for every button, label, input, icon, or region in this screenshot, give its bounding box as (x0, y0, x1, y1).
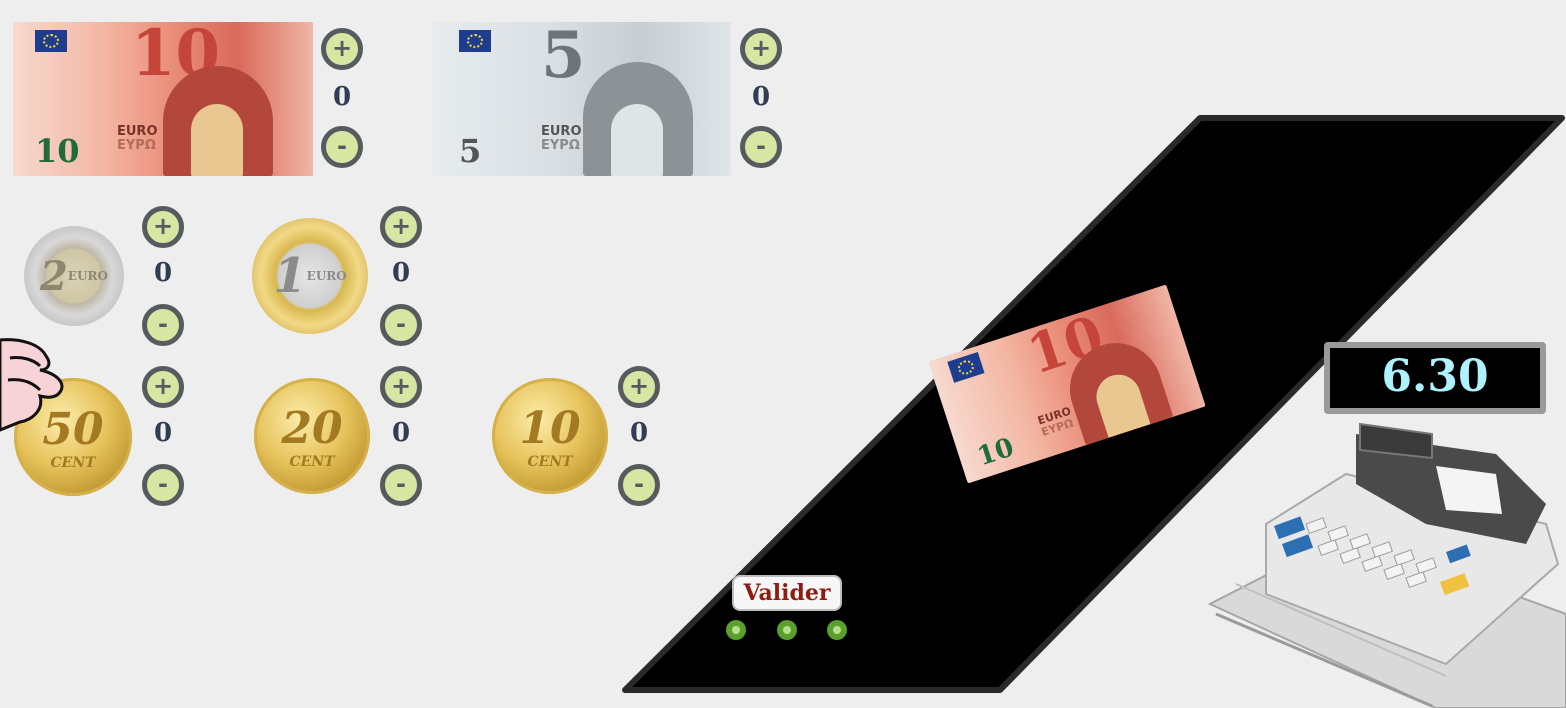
progress-dot (777, 620, 797, 640)
coin-1-euro-plus-button[interactable]: + (380, 206, 422, 248)
coin-20-cent-plus-button[interactable]: + (380, 366, 422, 408)
note-euro-text: EURO (117, 124, 158, 139)
coin-20-cent[interactable]: 20 CENT (254, 378, 370, 494)
coin-sub-text: CENT (527, 453, 573, 470)
note-corner-value: 10 (35, 132, 80, 170)
note-eypo-text: EYPΩ (117, 138, 156, 153)
note-10-plus-button[interactable]: + (321, 28, 363, 70)
hand-pointer-icon (0, 338, 64, 432)
note-corner-value: 10 (973, 432, 1018, 473)
note-5-minus-button[interactable]: - (740, 126, 782, 168)
coin-50-cent-count: 0 (153, 418, 173, 448)
valider-button[interactable]: Valider (732, 575, 842, 611)
banknote-10[interactable]: 10 10 EURO EYPΩ (13, 22, 313, 176)
coin-face-value: 20 (281, 402, 343, 454)
coin-sub-text: CENT (289, 453, 335, 470)
banknote-5[interactable]: 5 5 EURO EYPΩ (431, 22, 731, 176)
note-corner-value: 5 (459, 132, 482, 170)
register-total-display: 6.30 (1324, 342, 1546, 414)
eu-flag-icon (35, 30, 67, 52)
note-5-count: 0 (751, 82, 771, 112)
cash-register-icon (1207, 422, 1566, 708)
coin-1-euro-minus-button[interactable]: - (380, 304, 422, 346)
note-10-minus-button[interactable]: - (321, 126, 363, 168)
coin-2-euro[interactable]: 2 EURO (24, 226, 124, 326)
eu-flag-icon (459, 30, 491, 52)
coin-20-cent-minus-button[interactable]: - (380, 464, 422, 506)
coin-50-cent-minus-button[interactable]: - (142, 464, 184, 506)
progress-dot (726, 620, 746, 640)
coin-sub-text: CENT (50, 454, 96, 471)
coin-20-cent-count: 0 (391, 418, 411, 448)
progress-dot (827, 620, 847, 640)
coin-50-cent-plus-button[interactable]: + (142, 366, 184, 408)
coin-2-euro-plus-button[interactable]: + (142, 206, 184, 248)
coin-sub-text: EURO (67, 269, 108, 283)
eu-flag-icon (947, 352, 985, 383)
coin-face-value: 10 (519, 402, 581, 454)
note-10-count: 0 (332, 82, 352, 112)
coin-2-euro-count: 0 (153, 258, 173, 288)
coin-10-cent-count: 0 (629, 418, 649, 448)
coin-face-value: 1 (273, 248, 307, 304)
coin-1-euro-count: 0 (391, 258, 411, 288)
note-eypo-text: EYPΩ (541, 138, 580, 153)
coin-10-cent-minus-button[interactable]: - (618, 464, 660, 506)
coin-10-cent-plus-button[interactable]: + (618, 366, 660, 408)
coin-face-value: 2 (40, 252, 68, 300)
arch-door (191, 104, 243, 176)
note-5-plus-button[interactable]: + (740, 28, 782, 70)
note-value: 5 (541, 22, 586, 93)
arch-door (611, 104, 663, 176)
coin-1-euro[interactable]: 1 EURO (252, 218, 368, 334)
note-euro-text: EURO (541, 124, 582, 139)
coin-sub-text: EURO (306, 269, 347, 283)
coin-2-euro-minus-button[interactable]: - (142, 304, 184, 346)
coin-10-cent[interactable]: 10 CENT (492, 378, 608, 494)
